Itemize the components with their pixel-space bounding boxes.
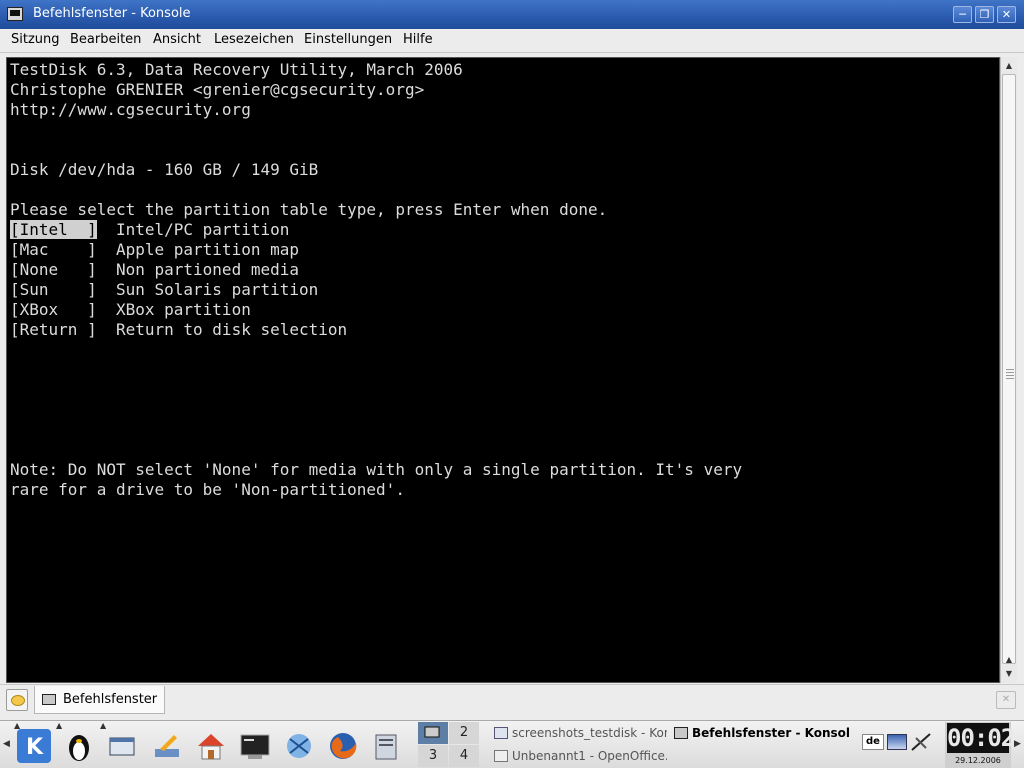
clock-date: 29.12.2006 bbox=[955, 756, 1001, 765]
session-tabbar: Befehlsfenster ✕ bbox=[0, 684, 1024, 714]
pager-desktop-3[interactable]: 3 bbox=[418, 745, 448, 767]
scroll-down-icon[interactable]: ▼ bbox=[1001, 667, 1017, 681]
scroll-up-lower-icon[interactable]: ▲ bbox=[1001, 653, 1017, 667]
close-button[interactable]: ✕ bbox=[997, 6, 1016, 23]
window-title: Befehlsfenster - Konsole bbox=[33, 6, 191, 21]
terminal-view[interactable]: TestDisk 6.3, Data Recovery Utility, Mar… bbox=[6, 57, 1000, 683]
option-desc-none: Non partioned media bbox=[115, 260, 299, 279]
option-xbox[interactable]: [XBox ] XBox partition bbox=[10, 300, 251, 320]
note-line-2: rare for a drive to be 'Non-partitioned'… bbox=[10, 480, 405, 499]
menu-lesezeichen[interactable]: Lesezeichen bbox=[214, 32, 294, 47]
session-tab-befehlsfenster[interactable]: Befehlsfenster bbox=[34, 686, 165, 714]
svg-text:K: K bbox=[26, 735, 44, 760]
option-key-return: [Return ] bbox=[10, 320, 97, 339]
option-key-sun: [Sun ] bbox=[10, 280, 97, 299]
terminal-icon bbox=[42, 694, 56, 705]
maximize-button[interactable]: ❐ bbox=[975, 6, 994, 23]
task-openoffice[interactable]: Unbenannt1 - OpenOffice.o bbox=[492, 746, 667, 768]
session-tab-label: Befehlsfenster bbox=[63, 692, 158, 707]
task-screenshots[interactable]: screenshots_testdisk - Kon bbox=[492, 723, 667, 745]
option-key-mac: [Mac ] bbox=[10, 240, 97, 259]
menu-einstellungen[interactable]: Einstellungen bbox=[304, 32, 392, 47]
window-titlebar[interactable]: Befehlsfenster - Konsole ─ ❐ ✕ bbox=[0, 0, 1024, 29]
keyboard-layout-icon[interactable]: de bbox=[862, 734, 884, 750]
window-list-icon[interactable] bbox=[106, 729, 140, 763]
files-icon[interactable] bbox=[370, 729, 404, 763]
terminal-task-icon bbox=[674, 727, 688, 739]
option-desc-return: Return to disk selection bbox=[115, 320, 348, 339]
disk-line: Disk /dev/hda - 160 GB / 149 GiB bbox=[10, 160, 319, 179]
panel-up-arrow-icon[interactable]: ▲ bbox=[14, 721, 20, 730]
desktop-icon[interactable] bbox=[150, 729, 184, 763]
task-label-befehlsfenster: Befehlsfenster - Konsole bbox=[692, 726, 850, 740]
option-return[interactable]: [Return ] Return to disk selection bbox=[10, 320, 347, 340]
option-desc-sun: Sun Solaris partition bbox=[115, 280, 319, 299]
prompt-line: Please select the partition table type, … bbox=[10, 200, 608, 219]
option-sun[interactable]: [Sun ] Sun Solaris partition bbox=[10, 280, 318, 300]
panel-up-arrow-2-icon[interactable]: ▲ bbox=[56, 721, 62, 730]
konqueror-icon[interactable] bbox=[282, 729, 316, 763]
clock-time: 00:02 bbox=[947, 723, 1015, 753]
url-line: http://www.cgsecurity.org bbox=[10, 100, 251, 119]
option-desc-intel: Intel/PC partition bbox=[115, 220, 290, 239]
minimize-button[interactable]: ─ bbox=[953, 6, 972, 23]
option-intel[interactable]: [Intel ] Intel/PC partition bbox=[10, 220, 289, 240]
option-key-intel: [Intel ] bbox=[10, 220, 97, 239]
panel-clock[interactable]: 00:02 29.12.2006 bbox=[945, 722, 1015, 768]
home-icon[interactable] bbox=[194, 729, 228, 763]
scroll-up-icon[interactable]: ▲ bbox=[1001, 59, 1017, 73]
terminal-scrollbar[interactable]: ▲ ▲ ▼ bbox=[1000, 57, 1017, 683]
header-line: TestDisk 6.3, Data Recovery Utility, Mar… bbox=[10, 60, 463, 79]
menu-sitzung[interactable]: Sitzung bbox=[11, 32, 60, 47]
menu-hilfe[interactable]: Hilfe bbox=[403, 32, 433, 47]
pager-desktop-2[interactable]: 2 bbox=[449, 722, 479, 744]
panel-right-arrow-icon[interactable]: ▶ bbox=[1014, 739, 1021, 749]
konsole-icon[interactable] bbox=[238, 729, 272, 763]
option-mac[interactable]: [Mac ] Apple partition map bbox=[10, 240, 299, 260]
menu-bearbeiten[interactable]: Bearbeiten bbox=[70, 32, 141, 47]
close-session-icon[interactable]: ✕ bbox=[996, 691, 1016, 709]
option-key-xbox: [XBox ] bbox=[10, 300, 97, 319]
openoffice-icon bbox=[494, 750, 508, 762]
network-icon[interactable] bbox=[910, 732, 932, 752]
desktop-pager: 2 3 4 bbox=[418, 722, 480, 768]
note-line-1: Note: Do NOT select 'None' for media wit… bbox=[10, 460, 743, 479]
panel-left-arrow-icon[interactable]: ◀ bbox=[3, 739, 10, 749]
pager-desktop-1[interactable] bbox=[418, 722, 448, 744]
tux-icon[interactable] bbox=[62, 729, 96, 763]
option-desc-xbox: XBox partition bbox=[115, 300, 251, 319]
scrollbar-thumb[interactable] bbox=[1002, 74, 1016, 664]
pager-desktop-4[interactable]: 4 bbox=[449, 745, 479, 767]
firefox-icon[interactable] bbox=[326, 729, 360, 763]
task-label-openoffice: Unbenannt1 - OpenOffice.o bbox=[512, 749, 667, 763]
menu-ansicht[interactable]: Ansicht bbox=[153, 32, 201, 47]
task-befehlsfenster[interactable]: Befehlsfenster - Konsole bbox=[672, 723, 850, 745]
option-desc-mac: Apple partition map bbox=[115, 240, 299, 259]
scrollbar-grip-icon bbox=[1006, 369, 1014, 381]
menubar: Sitzung Bearbeiten Ansicht Lesezeichen E… bbox=[0, 29, 1024, 53]
klipper-icon[interactable] bbox=[887, 734, 907, 750]
option-key-none: [None ] bbox=[10, 260, 97, 279]
kde-menu-icon[interactable]: K bbox=[17, 729, 51, 763]
konsole-app-icon[interactable] bbox=[7, 7, 23, 21]
folder-icon bbox=[494, 727, 508, 739]
author-line: Christophe GRENIER <grenier@cgsecurity.o… bbox=[10, 80, 425, 99]
new-session-icon[interactable] bbox=[6, 689, 28, 711]
option-none[interactable]: [None ] Non partioned media bbox=[10, 260, 299, 280]
kde-k-icon: K bbox=[26, 735, 44, 760]
panel-up-arrow-3-icon[interactable]: ▲ bbox=[100, 721, 106, 730]
task-label-screenshots: screenshots_testdisk - Kon bbox=[512, 726, 667, 740]
